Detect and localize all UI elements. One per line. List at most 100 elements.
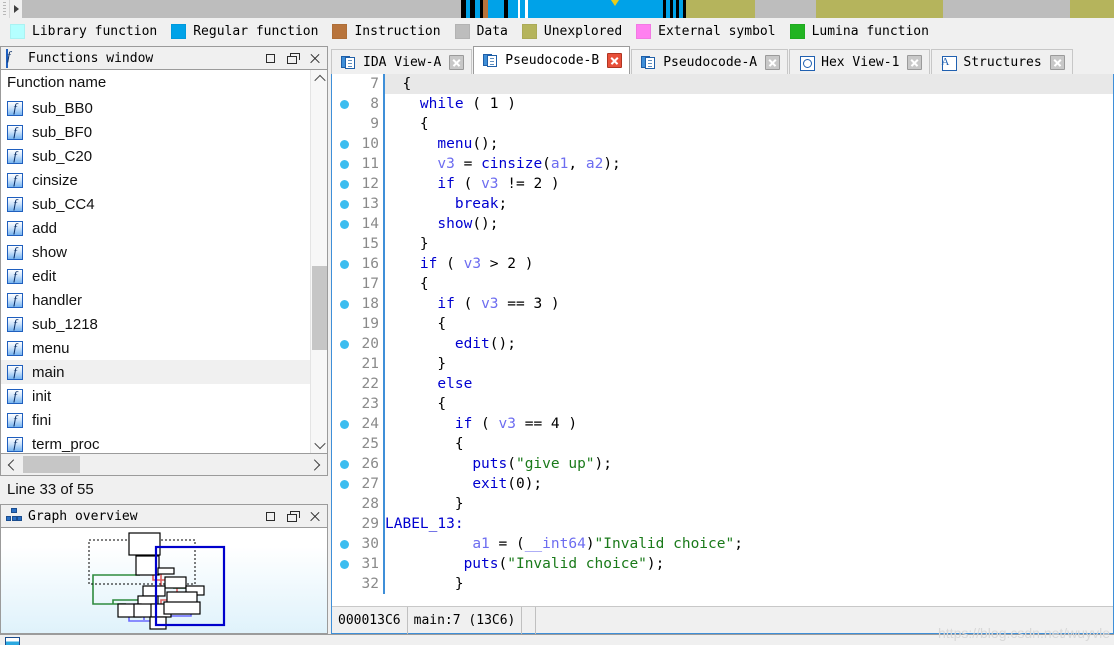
breakpoint-marker[interactable]: [332, 154, 360, 174]
code-line[interactable]: 10 menu();: [332, 134, 1113, 154]
function-list-item[interactable]: term_proc: [1, 432, 310, 453]
breakpoint-marker[interactable]: [332, 454, 360, 474]
breakpoint-marker[interactable]: [332, 334, 360, 354]
function-list-item[interactable]: fini: [1, 408, 310, 432]
graph-cascade-button[interactable]: [281, 506, 303, 527]
toolbar-drag-handle[interactable]: [0, 0, 10, 18]
function-list-item[interactable]: handler: [1, 288, 310, 312]
breakpoint-gutter-slot[interactable]: [332, 114, 360, 134]
function-list-item[interactable]: show: [1, 240, 310, 264]
tab-close-icon[interactable]: [1049, 54, 1065, 70]
breakpoint-marker[interactable]: [332, 214, 360, 234]
functions-restore-button[interactable]: [259, 48, 281, 69]
code-line[interactable]: 21 }: [332, 354, 1113, 374]
code-line[interactable]: 22 else: [332, 374, 1113, 394]
code-line[interactable]: 13 break;: [332, 194, 1113, 214]
breakpoint-marker[interactable]: [332, 174, 360, 194]
graph-overview-canvas[interactable]: [1, 528, 327, 633]
code-line[interactable]: 27 exit(0);: [332, 474, 1113, 494]
breakpoint-marker[interactable]: [332, 294, 360, 314]
function-list-item[interactable]: sub_BB0: [1, 96, 310, 120]
function-list-item[interactable]: menu: [1, 336, 310, 360]
breakpoint-gutter-slot[interactable]: [332, 314, 360, 334]
code-line[interactable]: 31 puts("Invalid choice");: [332, 554, 1113, 574]
function-list-item[interactable]: add: [1, 216, 310, 240]
pseudocode-code-area[interactable]: 7 {8 while ( 1 ) 9 {10 menu(); 11 v3 = cin…: [332, 74, 1113, 606]
breakpoint-gutter-slot[interactable]: [332, 234, 360, 254]
tab-close-icon[interactable]: [449, 54, 465, 70]
function-list-item[interactable]: init: [1, 384, 310, 408]
tab-pseudocode-a[interactable]: Pseudocode-A: [631, 49, 789, 74]
functions-horizontal-scrollbar[interactable]: [1, 453, 327, 475]
function-list-item[interactable]: sub_CC4: [1, 192, 310, 216]
breakpoint-marker[interactable]: [332, 534, 360, 554]
navband-overflow-arrow-icon[interactable]: [10, 0, 22, 18]
breakpoint-gutter-slot[interactable]: [332, 274, 360, 294]
scroll-right-icon[interactable]: [305, 454, 327, 475]
breakpoint-marker[interactable]: [332, 474, 360, 494]
code-line[interactable]: 8 while ( 1 ): [332, 94, 1113, 114]
code-line[interactable]: 19 {: [332, 314, 1113, 334]
breakpoint-marker[interactable]: [332, 134, 360, 154]
scroll-left-icon[interactable]: [1, 454, 23, 475]
breakpoint-gutter-slot[interactable]: [332, 394, 360, 414]
functions-scroll-thumb[interactable]: [312, 266, 327, 350]
tab-hex-view-1[interactable]: Hex View-1: [789, 49, 931, 74]
graph-close-button[interactable]: [303, 506, 325, 527]
breakpoint-gutter-slot[interactable]: [332, 354, 360, 374]
functions-vertical-scrollbar[interactable]: [310, 70, 327, 453]
tab-pseudocode-b[interactable]: Pseudocode-B: [473, 46, 631, 74]
code-line[interactable]: 26 puts("give up");: [332, 454, 1113, 474]
code-line[interactable]: 23 {: [332, 394, 1113, 414]
code-line[interactable]: 7 {: [332, 74, 1113, 94]
code-line[interactable]: 20 edit();: [332, 334, 1113, 354]
functions-close-button[interactable]: [303, 48, 325, 69]
code-line[interactable]: 17 {: [332, 274, 1113, 294]
tab-close-icon[interactable]: [607, 53, 623, 68]
code-line[interactable]: 25 {: [332, 434, 1113, 454]
function-list-item[interactable]: sub_C20: [1, 144, 310, 168]
breakpoint-marker[interactable]: [332, 194, 360, 214]
function-list-item[interactable]: sub_BF0: [1, 120, 310, 144]
tab-close-icon[interactable]: [907, 54, 923, 70]
functions-column-header[interactable]: Function name: [1, 70, 310, 96]
breakpoint-gutter-slot[interactable]: [332, 574, 360, 594]
code-line[interactable]: 29 LABEL_13:: [332, 514, 1113, 534]
tab-close-icon[interactable]: [765, 54, 781, 70]
breakpoint-gutter-slot[interactable]: [332, 434, 360, 454]
breakpoint-marker[interactable]: [332, 94, 360, 114]
tab-ida-view-a[interactable]: IDA View-A: [331, 49, 473, 74]
navigation-band[interactable]: [22, 0, 1114, 18]
graph-restore-button[interactable]: [259, 506, 281, 527]
code-line[interactable]: 15 }: [332, 234, 1113, 254]
code-line[interactable]: 9 {: [332, 114, 1113, 134]
code-line[interactable]: 32 }: [332, 574, 1113, 594]
code-line[interactable]: 18 if ( v3 == 3 ): [332, 294, 1113, 314]
line-number: 17: [361, 276, 379, 292]
function-list-item[interactable]: sub_1218: [1, 312, 310, 336]
breakpoint-marker[interactable]: [332, 414, 360, 434]
breakpoint-gutter-slot[interactable]: [332, 374, 360, 394]
breakpoint-gutter-slot[interactable]: [332, 74, 360, 94]
function-list-item[interactable]: edit: [1, 264, 310, 288]
function-list-item[interactable]: cinsize: [1, 168, 310, 192]
function-list-item[interactable]: main: [1, 360, 310, 384]
code-line[interactable]: 14 show();: [332, 214, 1113, 234]
breakpoint-gutter-slot[interactable]: [332, 494, 360, 514]
scroll-down-icon[interactable]: [311, 436, 327, 453]
breakpoint-marker[interactable]: [332, 254, 360, 274]
code-line[interactable]: 12 if ( v3 != 2 ): [332, 174, 1113, 194]
scroll-up-icon[interactable]: [311, 70, 327, 87]
functions-list[interactable]: Function name sub_BB0 sub_BF0 sub_C20cinsi…: [1, 70, 310, 453]
code-line[interactable]: 16 if ( v3 > 2 ): [332, 254, 1113, 274]
breakpoint-gutter-slot[interactable]: [332, 514, 360, 534]
functions-cascade-button[interactable]: [281, 48, 303, 69]
code-line[interactable]: 24 if ( v3 == 4 ): [332, 414, 1113, 434]
functions-hscroll-thumb[interactable]: [23, 456, 80, 473]
tab-structures[interactable]: Structures: [931, 49, 1073, 74]
breakpoint-marker[interactable]: [332, 554, 360, 574]
code-line[interactable]: 28 }: [332, 494, 1113, 514]
code-line[interactable]: 11 v3 = cinsize(a1, a2);: [332, 154, 1113, 174]
functions-hscroll-track[interactable]: [23, 454, 305, 475]
code-line[interactable]: 30 a1 = (__int64)"Invalid choice";: [332, 534, 1113, 554]
